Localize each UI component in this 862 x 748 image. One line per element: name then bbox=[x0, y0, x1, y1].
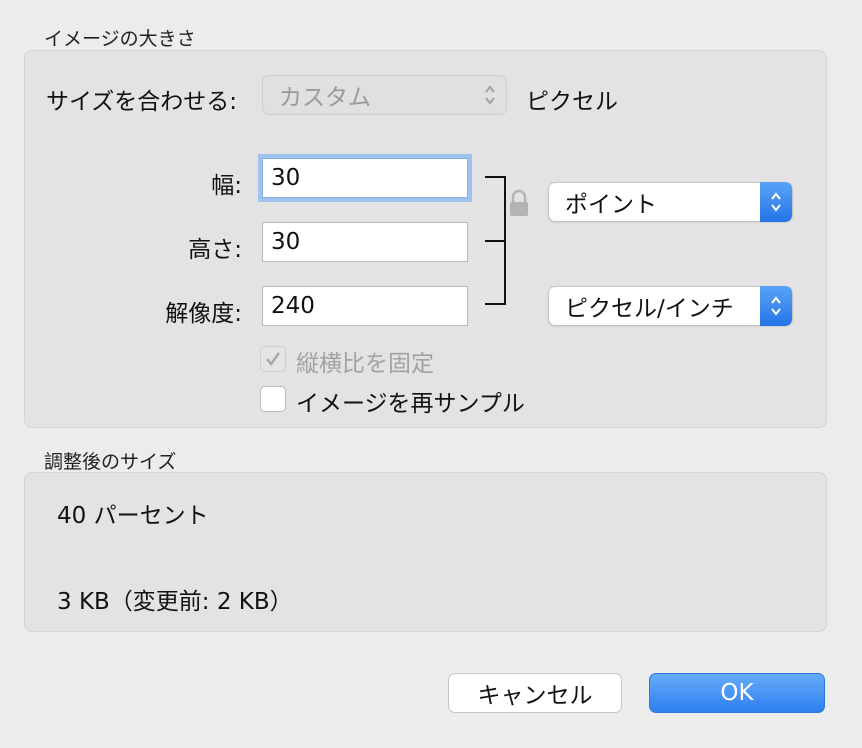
fit-into-popup: カスタム bbox=[262, 75, 507, 115]
fit-into-unit: ピクセル bbox=[526, 89, 618, 115]
width-label: 幅: bbox=[211, 173, 242, 199]
resolution-unit-value: ピクセル/インチ bbox=[565, 296, 734, 322]
resample-image-label: イメージを再サンプル bbox=[296, 391, 525, 417]
image-size-section-title: イメージの大きさ bbox=[44, 28, 196, 50]
size-unit-popup[interactable]: ポイント bbox=[548, 182, 793, 222]
resample-image-checkbox[interactable] bbox=[260, 386, 286, 412]
lock-icon bbox=[510, 189, 528, 216]
checkmark-icon bbox=[266, 352, 281, 367]
resolution-field[interactable]: 240 bbox=[262, 286, 468, 326]
resolution-unit-popup[interactable]: ピクセル/インチ bbox=[548, 286, 793, 326]
width-field[interactable]: 30 bbox=[262, 158, 468, 198]
constrain-proportions-label: 縦横比を固定 bbox=[296, 351, 434, 377]
fit-into-stepper bbox=[474, 75, 506, 115]
ok-button[interactable]: OK bbox=[649, 673, 825, 713]
cancel-button[interactable]: キャンセル bbox=[448, 673, 622, 713]
constrain-proportions-checkbox bbox=[260, 346, 286, 372]
height-field[interactable]: 30 bbox=[262, 222, 468, 262]
fit-into-value: カスタム bbox=[279, 85, 371, 111]
height-label: 高さ: bbox=[188, 237, 242, 263]
up-down-chevron-icon bbox=[485, 85, 495, 105]
size-unit-stepper[interactable] bbox=[760, 182, 792, 222]
resulting-size-section-title: 調整後のサイズ bbox=[44, 451, 177, 473]
resolution-label: 解像度: bbox=[165, 301, 242, 327]
resolution-unit-stepper[interactable] bbox=[760, 286, 792, 326]
fit-into-label: サイズを合わせる: bbox=[46, 89, 238, 115]
up-down-chevron-icon bbox=[771, 192, 781, 212]
size-unit-value: ポイント bbox=[565, 192, 657, 218]
resulting-percent: 40 パーセント bbox=[57, 503, 209, 529]
resulting-filesize: 3 KB（変更前: 2 KB） bbox=[57, 589, 293, 615]
up-down-chevron-icon bbox=[771, 296, 781, 316]
